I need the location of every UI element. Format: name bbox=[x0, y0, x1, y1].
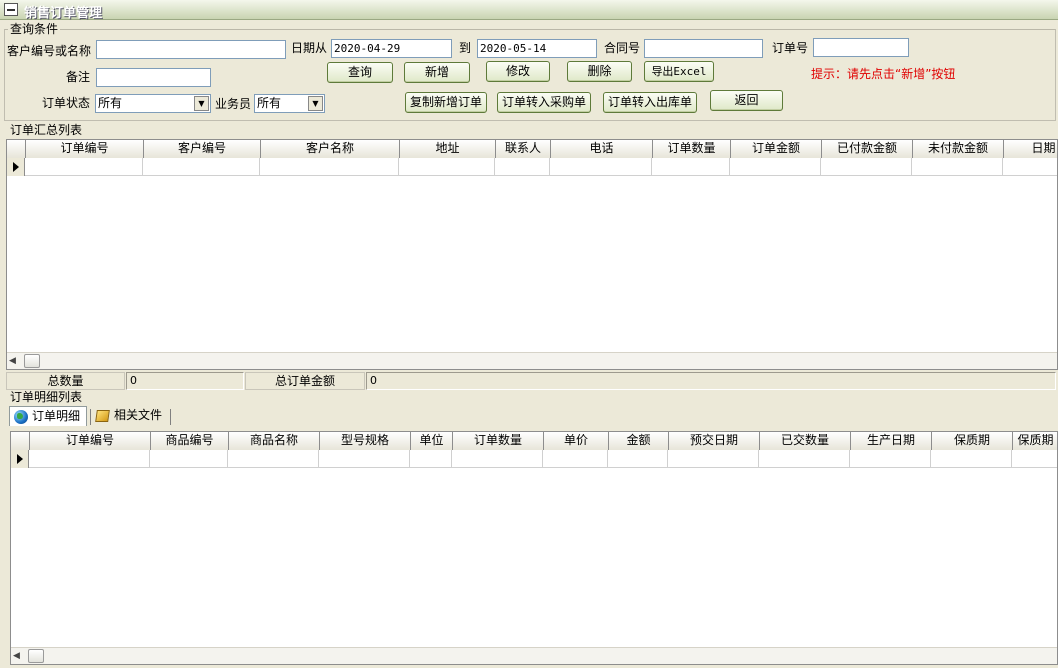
query-button[interactable]: 查询 bbox=[327, 62, 393, 83]
table-row[interactable] bbox=[11, 450, 1057, 468]
date-to-input[interactable]: 2020-05-14 bbox=[477, 39, 597, 58]
detail-col-header[interactable]: 单位 bbox=[411, 432, 453, 450]
detail-col-header[interactable]: 保质期 bbox=[1013, 432, 1057, 450]
remark-label: 备注 bbox=[66, 70, 91, 84]
summary-col-header[interactable]: 订单数量 bbox=[653, 140, 731, 158]
total-qty-value: 0 bbox=[126, 372, 244, 390]
tab-separator bbox=[170, 409, 171, 425]
row-indicator-icon bbox=[7, 158, 25, 176]
detail-horizontal-scrollbar[interactable]: ◀ bbox=[11, 647, 1057, 664]
contract-input[interactable] bbox=[644, 39, 763, 58]
scroll-left-icon[interactable]: ◀ bbox=[9, 356, 16, 366]
package-icon bbox=[95, 410, 110, 422]
date-from-input[interactable]: 2020-04-29 bbox=[331, 39, 452, 58]
summary-grid: 订单编号 客户编号 客户名称 地址 联系人 电话 订单数量 订单金额 已付款金额… bbox=[6, 139, 1058, 370]
tab-related-files-label: 相关文件 bbox=[114, 408, 163, 422]
to-outbound-button[interactable]: 订单转入出库单 bbox=[603, 92, 697, 113]
customer-label: 客户编号或名称 bbox=[7, 44, 92, 58]
status-select[interactable]: 所有 ▼ bbox=[95, 94, 211, 113]
export-excel-button[interactable]: 导出Excel bbox=[644, 61, 714, 82]
date-from-label: 日期从 bbox=[291, 41, 328, 55]
to-purchase-button[interactable]: 订单转入采购单 bbox=[497, 92, 591, 113]
order-no-input[interactable] bbox=[813, 38, 909, 57]
remark-input[interactable] bbox=[96, 68, 211, 87]
tab-order-detail[interactable]: 订单明细 bbox=[9, 406, 88, 426]
status-selected-value: 所有 bbox=[98, 96, 123, 110]
summary-col-header[interactable]: 地址 bbox=[400, 140, 496, 158]
summary-horizontal-scrollbar[interactable]: ◀ bbox=[7, 352, 1057, 369]
detail-grid: 订单编号 商品编号 商品名称 型号规格 单位 订单数量 单价 金额 预交日期 已… bbox=[10, 431, 1058, 665]
detail-col-header[interactable]: 商品名称 bbox=[229, 432, 320, 450]
contract-label: 合同号 bbox=[604, 41, 641, 55]
date-to-label: 到 bbox=[459, 41, 472, 55]
window-menu-icon[interactable] bbox=[4, 3, 18, 16]
tab-order-detail-label: 订单明细 bbox=[32, 409, 81, 423]
total-qty-label: 总数量 bbox=[6, 372, 125, 390]
summary-col-header[interactable]: 未付款金额 bbox=[913, 140, 1004, 158]
globe-icon bbox=[14, 410, 28, 424]
edit-button[interactable]: 修改 bbox=[486, 61, 550, 82]
detail-col-header[interactable]: 金额 bbox=[609, 432, 669, 450]
summary-col-header[interactable]: 日期 bbox=[1004, 140, 1057, 158]
summary-col-header[interactable]: 客户编号 bbox=[144, 140, 261, 158]
header-indicator bbox=[7, 140, 26, 158]
row-indicator-icon bbox=[11, 450, 29, 468]
total-amount-label: 总订单金额 bbox=[245, 372, 365, 390]
total-amount-value: 0 bbox=[366, 372, 1056, 390]
hint-text: 提示：请先点击“新增”按钮 bbox=[811, 67, 956, 81]
summary-col-header[interactable]: 已付款金额 bbox=[822, 140, 913, 158]
summary-col-header[interactable]: 订单金额 bbox=[731, 140, 822, 158]
summary-col-header[interactable]: 客户名称 bbox=[261, 140, 400, 158]
summary-col-header[interactable]: 订单编号 bbox=[26, 140, 144, 158]
scroll-left-icon[interactable]: ◀ bbox=[13, 651, 20, 661]
summary-header-row: 订单编号 客户编号 客户名称 地址 联系人 电话 订单数量 订单金额 已付款金额… bbox=[7, 140, 1057, 158]
query-group-title: 查询条件 bbox=[8, 22, 61, 36]
customer-input[interactable] bbox=[96, 40, 286, 59]
detail-col-header[interactable]: 型号规格 bbox=[320, 432, 411, 450]
summary-col-header[interactable]: 电话 bbox=[551, 140, 653, 158]
tab-separator bbox=[90, 409, 91, 425]
detail-col-header[interactable]: 生产日期 bbox=[851, 432, 932, 450]
scroll-thumb[interactable] bbox=[24, 354, 40, 368]
status-label: 订单状态 bbox=[42, 96, 91, 110]
table-row[interactable] bbox=[7, 158, 1057, 176]
detail-col-header[interactable]: 订单数量 bbox=[453, 432, 544, 450]
detail-col-header[interactable]: 单价 bbox=[544, 432, 609, 450]
title-bar: 销售订单管理 bbox=[0, 0, 1058, 21]
add-button[interactable]: 新增 bbox=[404, 62, 470, 83]
order-no-label: 订单号 bbox=[772, 41, 809, 55]
detail-header-row: 订单编号 商品编号 商品名称 型号规格 单位 订单数量 单价 金额 预交日期 已… bbox=[11, 432, 1057, 450]
detail-col-header[interactable]: 已交数量 bbox=[760, 432, 851, 450]
summary-col-header[interactable]: 联系人 bbox=[496, 140, 551, 158]
detail-col-header[interactable]: 预交日期 bbox=[669, 432, 760, 450]
header-indicator bbox=[11, 432, 30, 450]
summary-grid-title: 订单汇总列表 bbox=[8, 123, 85, 137]
status-dropdown-icon[interactable]: ▼ bbox=[194, 96, 209, 111]
scroll-thumb[interactable] bbox=[28, 649, 44, 663]
salesman-select[interactable]: 所有 ▼ bbox=[254, 94, 325, 113]
back-button[interactable]: 返回 bbox=[710, 90, 783, 111]
delete-button[interactable]: 删除 bbox=[567, 61, 632, 82]
detail-list-title: 订单明细列表 bbox=[8, 390, 85, 404]
salesman-dropdown-icon[interactable]: ▼ bbox=[308, 96, 323, 111]
salesman-label: 业务员 bbox=[215, 97, 252, 111]
window-title: 销售订单管理 bbox=[24, 6, 103, 21]
salesman-selected-value: 所有 bbox=[257, 96, 282, 110]
detail-col-header[interactable]: 保质期 bbox=[932, 432, 1013, 450]
tab-related-files[interactable]: 相关文件 bbox=[92, 406, 168, 426]
detail-col-header[interactable]: 订单编号 bbox=[30, 432, 151, 450]
detail-col-header[interactable]: 商品编号 bbox=[151, 432, 229, 450]
copy-new-order-button[interactable]: 复制新增订单 bbox=[405, 92, 487, 113]
